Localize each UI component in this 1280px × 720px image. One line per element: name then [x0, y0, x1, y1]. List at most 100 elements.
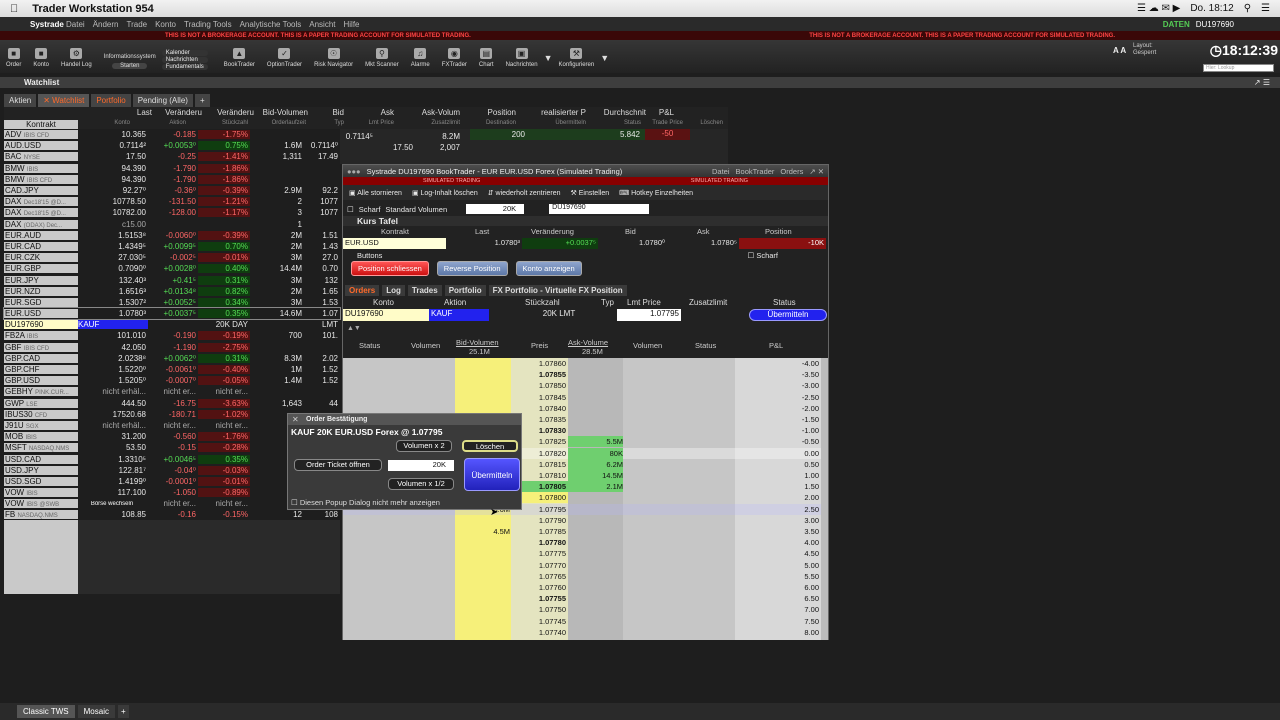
ladder-row[interactable]: 1.07765 5.50 — [343, 571, 828, 582]
watchlist-row[interactable]: EUR.CAD 1.4349⁵ +0.0099⁵ 0.70% 2M 1.43 — [4, 241, 340, 252]
show-account-button[interactable]: Konto anzeigen — [515, 261, 582, 276]
ladder-scrollbar[interactable] — [821, 358, 828, 640]
ladder-row[interactable]: 1.07780 4.00 — [343, 537, 828, 548]
ladder-row[interactable]: 1.07855 -3.50 — [343, 369, 828, 380]
settings-button[interactable]: ⚒ Einstellen — [571, 189, 610, 197]
ladder-row[interactable]: 1.07845 -2.50 — [343, 392, 828, 403]
watchlist-row[interactable]: AUD.USD 0.7114² +0.0053⁰ 0.75% 1.6M 0.7114⁰ — [4, 140, 340, 151]
quick-lookup-input[interactable]: Hier: Lookup — [1203, 64, 1274, 72]
watchlist-row[interactable]: DAX Dec18'15 @D... 10782.00 -128.00 -1.17% 3… — [4, 207, 340, 218]
traffic-light-icon[interactable]: ●●● — [347, 167, 361, 176]
tab-trades[interactable]: Trades — [407, 284, 442, 296]
toolbar-dropdown-icon[interactable]: ▼ — [544, 53, 553, 73]
order-row[interactable]: DU197690 KAUF 20K LMT 1.07795 Übermittel… — [343, 309, 828, 321]
notification-icon[interactable]: ☰ — [1261, 3, 1270, 14]
watchlist-row[interactable]: GEBHY PINK.CUR... nicht erhäl... nicht er.… — [4, 386, 340, 397]
watchlist-row[interactable]: BMW IBIS CFD 94.390 -1.790 -1.86% — [4, 174, 340, 185]
bt-window-icons[interactable]: ↗ ✕ — [809, 167, 828, 176]
order-ticket-button[interactable]: Order Ticket öffnen — [294, 459, 382, 471]
bt-menu-booktrader[interactable]: BookTrader — [736, 167, 775, 176]
scharf2-checkbox[interactable]: ☐ Scharf — [748, 251, 779, 260]
bt-menu-datei[interactable]: Datei — [712, 167, 730, 176]
ladder-row[interactable]: 1.07860 -4.00 — [343, 358, 828, 369]
tab-add[interactable]: + — [194, 94, 210, 107]
buttons-section[interactable]: Buttons ☐ Scharf — [343, 251, 828, 261]
watchlist-row[interactable]: EUR.GBP 0.7090⁰ +0.0028⁰ 0.40% 14.4M 0.70 — [4, 263, 340, 274]
watchlist-row[interactable]: DAX (ODAX) Dec... c15.00 1 — [4, 219, 340, 230]
tab-portfolio[interactable]: Portfolio — [91, 94, 131, 107]
risk-navigator-button[interactable]: ☉ Risk Navigator — [308, 48, 359, 73]
watchlist-col-header[interactable]: Veränderu — [202, 108, 254, 117]
watchlist-row[interactable]: GWP LSE 444.50 -16.75 -3.63% 1,643 44 — [4, 398, 340, 409]
optiontrader-button[interactable]: ✓ OptionTrader — [261, 48, 308, 73]
handel-log-button[interactable]: ⚙ Handel Log — [55, 48, 98, 73]
ladder-row[interactable]: 1.07740 8.00 — [343, 627, 828, 638]
order-button[interactable]: ■ Order — [0, 48, 27, 73]
watchlist-row[interactable]: GBP.CAD 2.0238⁸ +0.0062⁰ 0.31% 8.3M 2.02 — [4, 353, 340, 364]
watchlist-row[interactable]: DU197690 KAUF 20K DAY LMT — [4, 319, 340, 330]
tab-log[interactable]: Log — [382, 284, 405, 296]
popup-dontshow-checkbox[interactable]: ☐ Diesen Popup Dialog nicht mehr anzeige… — [291, 498, 440, 507]
hotkey-button[interactable]: ⌨ Hotkey Einzelheiten — [619, 189, 693, 197]
watchlist-row[interactable]: BMW IBIS 94.390 -1.790 -1.86% — [4, 163, 340, 174]
nachrichten-button[interactable]: ▣ Nachrichten — [500, 48, 544, 73]
watchlist-row[interactable]: DAX Dec18'15 @D... 10778.50 -131.50 -1.21% 2… — [4, 196, 340, 207]
watchlist-row[interactable]: ADV IBIS CFD 10.365 -0.185 -1.75% — [4, 129, 340, 140]
layout-lock[interactable]: Layout: Gesperrt — [1133, 43, 1156, 57]
scharf-checkbox[interactable]: ☐ — [347, 205, 354, 214]
ladder-row[interactable]: 1.07745 7.50 — [343, 616, 828, 627]
account-select[interactable]: DU197690 — [549, 204, 650, 214]
mosaic-tab[interactable]: Mosaic — [77, 705, 115, 718]
ladder-row[interactable]: 1.07755 6.50 — [343, 593, 828, 604]
spotlight-icon[interactable]: ⚲ — [1244, 3, 1251, 14]
mkt-scanner-button[interactable]: ⚲ Mkt Scanner — [359, 48, 405, 73]
watchlist-col-header[interactable]: Veränderu — [152, 108, 202, 117]
app-menu-item[interactable]: Konto — [155, 20, 176, 29]
tab-watchlist[interactable]: ✕ Watchlist — [38, 94, 90, 107]
app-menu-item[interactable]: Datei — [66, 20, 85, 29]
close-position-button[interactable]: Position schliessen — [351, 261, 429, 276]
watchlist-row[interactable]: EUR.USD 1.0780³ +0.0037⁵ 0.35% 14.6M 1.07 — [3, 306, 341, 321]
tab-pending[interactable]: Pending (Alle) — [132, 94, 193, 107]
volume-x2-button[interactable]: Volumen x 2 — [396, 440, 452, 452]
classic-tws-tab[interactable]: Classic TWS — [17, 705, 75, 718]
menubar-clock[interactable]: Do. 18:12 — [1190, 3, 1233, 14]
ladder-row[interactable]: 1.07790 3.00 — [343, 515, 828, 526]
tab-bt-portfolio[interactable]: Portfolio — [444, 284, 486, 296]
recenter-button[interactable]: ⇵ wiederholt zentrieren — [488, 189, 561, 197]
watchlist-col-header[interactable]: realisierter P — [516, 108, 586, 117]
popup-submit-button[interactable]: Übermitteln — [464, 458, 520, 491]
watchlist-row[interactable]: BAC NYSE 17.50 -0.25 -1.41% 1,311 17.49 — [4, 151, 340, 162]
app-menu-item[interactable]: Ansicht — [309, 20, 335, 29]
bt-menu-orders[interactable]: Orders — [780, 167, 803, 176]
app-title[interactable]: Trader Workstation 954 — [32, 3, 153, 15]
alarme-button[interactable]: ♫ Alarme — [405, 48, 436, 73]
default-size-input[interactable]: 20K — [466, 204, 525, 214]
watchlist-row[interactable]: GBP.CHF 1.5220⁰ -0.0061⁰ -0.40% 1M 1.52 — [4, 364, 340, 375]
volume-half-button[interactable]: Volumen x 1/2 — [388, 478, 454, 490]
watchlist-row[interactable]: EUR.NZD 1.6516³ +0.0134⁸ 0.82% 2M 1.65 — [4, 286, 340, 297]
watchlist-col-header[interactable]: Bid-Volumen — [254, 108, 308, 117]
fundamentals-button[interactable]: Fundamentals — [161, 64, 208, 70]
app-menu-item[interactable]: Analytische Tools — [240, 20, 302, 29]
app-menu-item[interactable]: Ändern — [93, 20, 119, 29]
watchlist-row[interactable]: EUR.SGD 1.5307² +0.0052⁵ 0.34% 3M 1.53 — [4, 297, 340, 308]
ladder-row[interactable]: 1.07750 7.00 — [343, 604, 828, 615]
start-button[interactable]: Starten — [112, 63, 148, 69]
ladder-row[interactable]: 1.07760 6.00 — [343, 582, 828, 593]
reverse-position-button[interactable]: Reverse Position — [436, 261, 508, 276]
ask-volume-header[interactable]: Ask-Volume — [568, 338, 608, 347]
menubar-icons[interactable]: ☰ ☁ ✉ ▶ — [1137, 3, 1180, 14]
app-menu-item[interactable]: Hilfe — [344, 20, 360, 29]
watchlist-col-header[interactable]: P&L — [646, 108, 674, 117]
booktrader-button[interactable]: ▲ BookTrader — [218, 48, 261, 73]
fxtrader-button[interactable]: ◉ FXTrader — [436, 48, 473, 73]
order-status-submit[interactable]: Übermitteln — [749, 309, 827, 321]
tab-aktien[interactable]: Aktien — [4, 94, 37, 107]
chart-button[interactable]: ▤ Chart — [473, 48, 500, 73]
watchlist-row[interactable]: GBF IBIS CFD 42.050 -1.190 -2.75% — [4, 342, 340, 353]
order-limit-input[interactable]: 1.07795 — [617, 309, 681, 321]
watchlist-row[interactable]: FB2A IBIS 101.010 -0.190 -0.19% 700 101. — [4, 330, 340, 341]
nachrichten-small-button[interactable]: Nachrichten — [161, 57, 208, 63]
watchlist-row[interactable]: EUR.CZK 27.030⁵ -0.002⁵ -0.01% 3M 27.0 — [4, 252, 340, 263]
